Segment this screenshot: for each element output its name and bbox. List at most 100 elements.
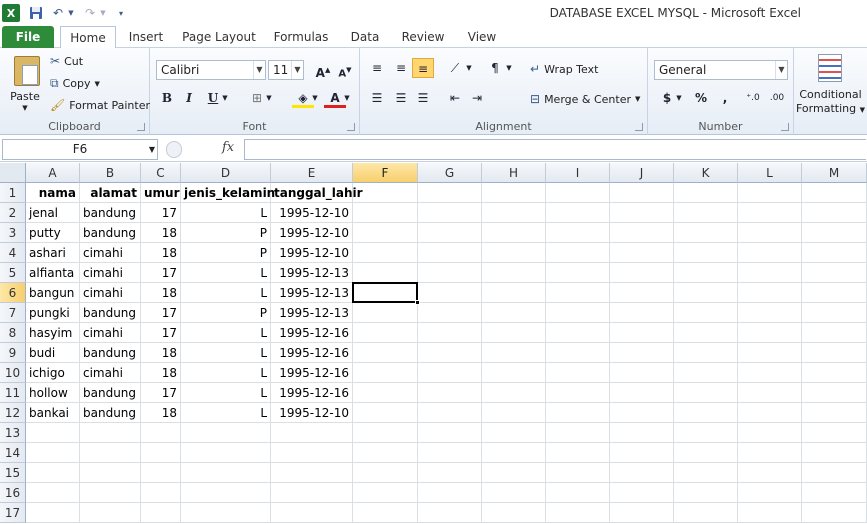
cell-k3[interactable] — [674, 223, 738, 243]
undo-dropdown-icon[interactable]: ▼ — [67, 4, 75, 22]
cell-f16[interactable] — [353, 483, 418, 503]
cell-e4[interactable]: 1995-12-10 — [271, 243, 353, 263]
column-header-l[interactable]: L — [738, 163, 802, 183]
cell-g9[interactable] — [418, 343, 482, 363]
column-header-k[interactable]: K — [674, 163, 738, 183]
cell-i14[interactable] — [546, 443, 610, 463]
cell-d14[interactable] — [181, 443, 271, 463]
insert-function-icon[interactable]: fx — [222, 140, 234, 155]
row-header-1[interactable]: 1 — [0, 183, 26, 203]
cell-d3[interactable]: P — [181, 223, 271, 243]
cell-d9[interactable]: L — [181, 343, 271, 363]
cell-a15[interactable] — [26, 463, 80, 483]
cell-h3[interactable] — [482, 223, 546, 243]
cell-k2[interactable] — [674, 203, 738, 223]
format-painter-button[interactable]: 🖌 Format Painter — [50, 98, 150, 112]
cell-g10[interactable] — [418, 363, 482, 383]
tab-page-layout[interactable]: Page Layout — [178, 26, 260, 48]
cell-d8[interactable]: L — [181, 323, 271, 343]
name-box[interactable]: F6 ▼ — [2, 139, 158, 160]
cell-d4[interactable]: P — [181, 243, 271, 263]
formula-bar-grip[interactable] — [166, 141, 182, 158]
cut-button[interactable]: ✂ Cut — [50, 54, 83, 68]
cell-i16[interactable] — [546, 483, 610, 503]
customize-icon[interactable]: ▾ — [116, 4, 126, 22]
cell-h17[interactable] — [482, 503, 546, 523]
redo-dropdown-icon[interactable]: ▼ — [99, 4, 107, 22]
grow-font-icon[interactable]: A▲ — [312, 60, 334, 80]
cell-g7[interactable] — [418, 303, 482, 323]
cell-f12[interactable] — [353, 403, 418, 423]
cell-d2[interactable]: L — [181, 203, 271, 223]
cell-f7[interactable] — [353, 303, 418, 323]
cell-c3[interactable]: 18 — [141, 223, 181, 243]
cell-l6[interactable] — [738, 283, 802, 303]
row-header-15[interactable]: 15 — [0, 463, 26, 483]
cell-k16[interactable] — [674, 483, 738, 503]
cell-k5[interactable] — [674, 263, 738, 283]
cell-k9[interactable] — [674, 343, 738, 363]
cell-g11[interactable] — [418, 383, 482, 403]
cell-c17[interactable] — [141, 503, 181, 523]
cell-l2[interactable] — [738, 203, 802, 223]
cell-k10[interactable] — [674, 363, 738, 383]
column-header-c[interactable]: C — [141, 163, 181, 183]
cell-c10[interactable]: 18 — [141, 363, 181, 383]
cell-a1[interactable]: nama — [26, 183, 80, 203]
cell-m13[interactable] — [802, 423, 867, 443]
cell-d16[interactable] — [181, 483, 271, 503]
cell-f17[interactable] — [353, 503, 418, 523]
wrap-text-button[interactable]: ↵ Wrap Text — [530, 62, 598, 76]
row-header-16[interactable]: 16 — [0, 483, 26, 503]
cell-e13[interactable] — [271, 423, 353, 443]
cell-c2[interactable]: 17 — [141, 203, 181, 223]
cell-i17[interactable] — [546, 503, 610, 523]
cell-m4[interactable] — [802, 243, 867, 263]
cell-l1[interactable] — [738, 183, 802, 203]
tab-file[interactable]: File — [2, 26, 54, 48]
column-header-j[interactable]: J — [610, 163, 674, 183]
cell-d12[interactable]: L — [181, 403, 271, 423]
tab-insert[interactable]: Insert — [122, 26, 170, 48]
column-header-b[interactable]: B — [80, 163, 141, 183]
decrease-decimal-icon[interactable]: .00 — [766, 88, 788, 108]
number-format-select[interactable]: General ▼ — [654, 60, 788, 80]
row-header-5[interactable]: 5 — [0, 263, 26, 283]
percent-icon[interactable]: % — [690, 88, 712, 108]
tab-data[interactable]: Data — [342, 26, 388, 48]
cell-j8[interactable] — [610, 323, 674, 343]
cell-c9[interactable]: 18 — [141, 343, 181, 363]
cell-e6[interactable]: 1995-12-13 — [271, 283, 353, 303]
merge-center-button[interactable]: ⊟ Merge & Center ▼ — [530, 92, 640, 106]
cell-h14[interactable] — [482, 443, 546, 463]
cell-c5[interactable]: 17 — [141, 263, 181, 283]
align-center-icon[interactable]: ☰ — [390, 88, 412, 108]
cell-b7[interactable]: bandung — [80, 303, 141, 323]
cell-a12[interactable]: bankai — [26, 403, 80, 423]
cell-g14[interactable] — [418, 443, 482, 463]
increase-indent-icon[interactable]: ⇥ — [466, 88, 488, 108]
text-direction-icon[interactable]: ¶ — [484, 58, 506, 78]
cell-f2[interactable] — [353, 203, 418, 223]
orientation-icon[interactable]: ⟋ — [444, 58, 466, 78]
font-name-select[interactable]: Calibri ▼ — [156, 60, 266, 80]
cell-h4[interactable] — [482, 243, 546, 263]
cell-c11[interactable]: 17 — [141, 383, 181, 403]
cell-b8[interactable]: cimahi — [80, 323, 141, 343]
row-header-10[interactable]: 10 — [0, 363, 26, 383]
cell-m17[interactable] — [802, 503, 867, 523]
tab-view[interactable]: View — [458, 26, 506, 48]
row-header-8[interactable]: 8 — [0, 323, 26, 343]
cell-i6[interactable] — [546, 283, 610, 303]
cell-b15[interactable] — [80, 463, 141, 483]
row-header-7[interactable]: 7 — [0, 303, 26, 323]
column-header-h[interactable]: H — [482, 163, 546, 183]
cell-h2[interactable] — [482, 203, 546, 223]
cell-g5[interactable] — [418, 263, 482, 283]
cell-b10[interactable]: cimahi — [80, 363, 141, 383]
row-header-3[interactable]: 3 — [0, 223, 26, 243]
cell-l16[interactable] — [738, 483, 802, 503]
cell-h8[interactable] — [482, 323, 546, 343]
cell-j16[interactable] — [610, 483, 674, 503]
cell-m11[interactable] — [802, 383, 867, 403]
